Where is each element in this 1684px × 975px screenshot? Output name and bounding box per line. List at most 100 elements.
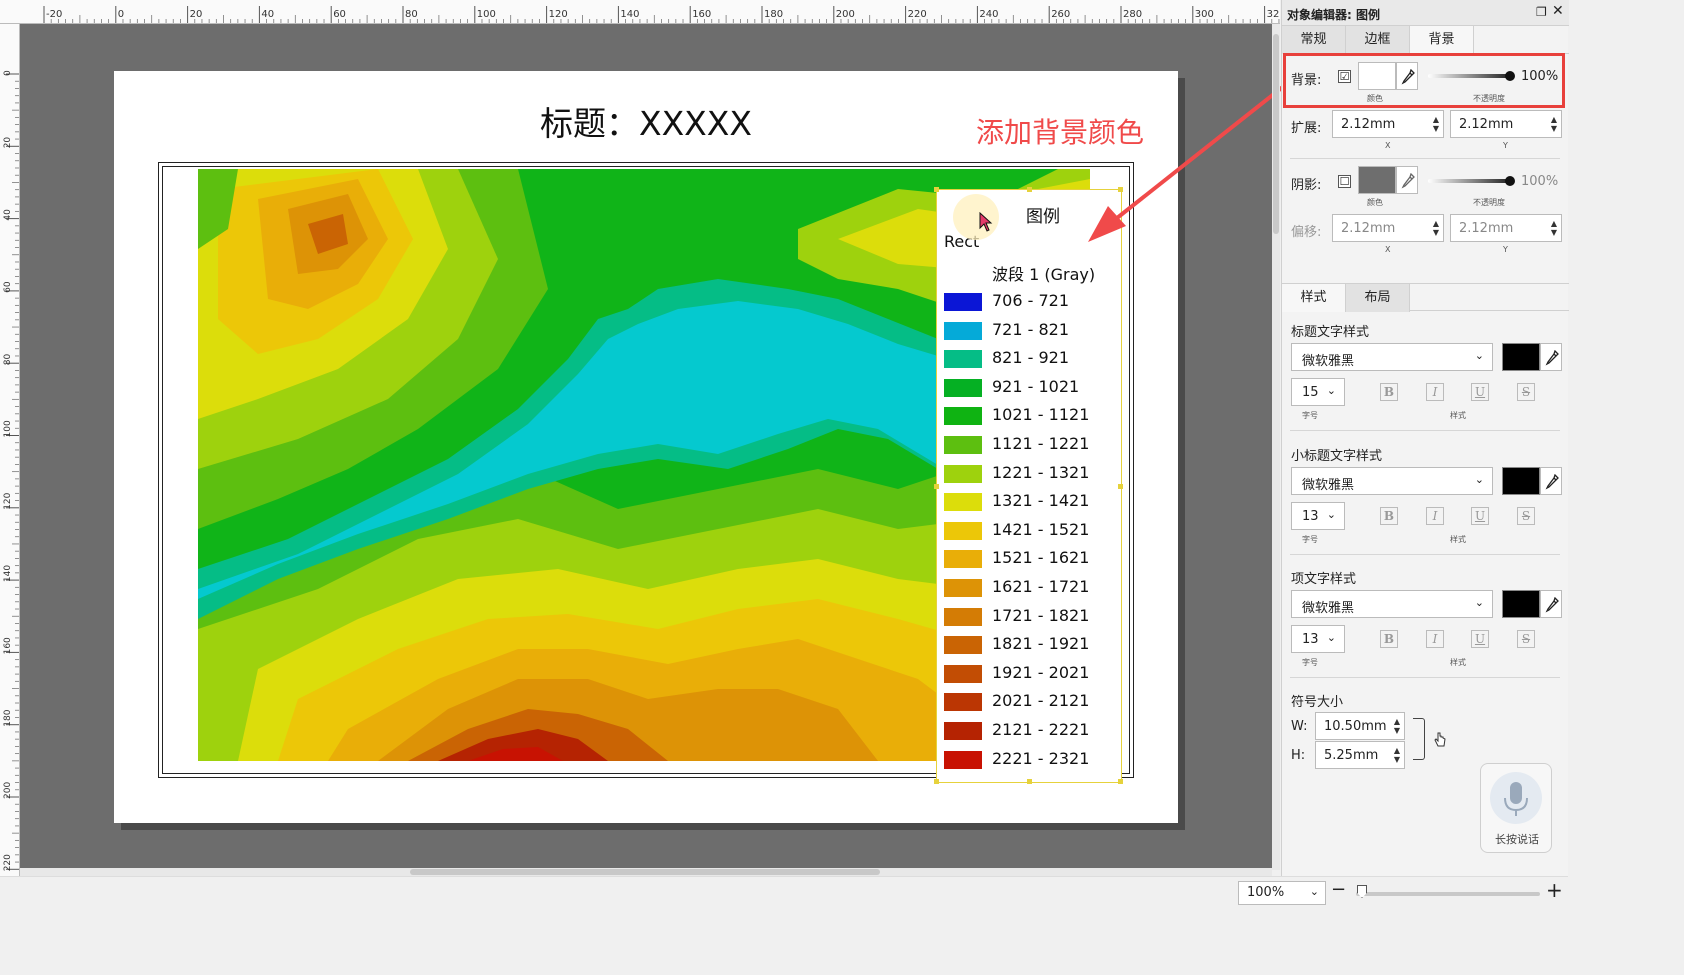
tab-layout[interactable]: 布局 (1346, 284, 1410, 312)
top-tabs: 常规 边框 背景 (1282, 26, 1569, 54)
spinner-arrows-icon[interactable]: ▲ ▼ (1433, 219, 1439, 237)
title-eyedropper[interactable] (1540, 343, 1562, 371)
ruler-left-ticks: 0 20 40 60 80 100 120 140 160 180 200 220 (3, 70, 19, 877)
tab-general[interactable]: 常规 (1282, 26, 1346, 54)
eyedropper-icon (1545, 474, 1559, 490)
expand-y-input[interactable]: 2.12mm ▲ ▼ (1450, 110, 1562, 138)
spinner-arrows-icon[interactable]: ▲ ▼ (1394, 746, 1400, 764)
title-font-select[interactable]: 微软雅黑 ⌄ (1291, 343, 1493, 371)
zoom-slider-handle[interactable] (1357, 885, 1367, 898)
symbol-size-heading: 符号大小 (1291, 695, 1344, 710)
zoom-slider[interactable] (1356, 892, 1540, 896)
shadow-opacity-value: 100% (1521, 174, 1559, 189)
zoom-in-button[interactable]: + (1546, 878, 1563, 902)
item-color-swatch[interactable] (1502, 590, 1540, 618)
ruler-tick-label: 180 (764, 9, 783, 20)
resize-handle[interactable] (1027, 187, 1032, 192)
strikethrough-button[interactable]: S (1517, 383, 1535, 401)
subtitle-color-swatch[interactable] (1502, 467, 1540, 495)
ruler-tick-label: 160 (3, 637, 13, 654)
subtitle-eyedropper[interactable] (1540, 467, 1562, 495)
symbol-width-input[interactable]: 10.50mm ▲ ▼ (1315, 712, 1405, 740)
item-eyedropper[interactable] (1540, 590, 1562, 618)
spinner-arrows-icon[interactable]: ▲ ▼ (1551, 219, 1557, 237)
underline-button[interactable]: U (1471, 507, 1489, 525)
legend-swatch (944, 636, 982, 655)
tab-background[interactable]: 背景 (1410, 26, 1474, 54)
ruler-top-ticks: -20 0 20 40 60 80 100 120 140 160 180 200 220 240 260 2… (43, 6, 1280, 23)
ruler-tick-label: 200 (3, 782, 13, 799)
shadow-opacity-slider[interactable] (1428, 179, 1510, 183)
zoom-out-button[interactable]: − (1331, 879, 1346, 900)
legend-swatch (944, 579, 982, 597)
bold-button[interactable]: B (1380, 383, 1398, 401)
expand-x-input[interactable]: 2.12mm ▲ ▼ (1332, 110, 1444, 138)
ruler-tick-label: 20 (3, 137, 13, 149)
restore-icon[interactable]: ❐ (1536, 5, 1547, 19)
subtitle-size-select[interactable]: 13 ⌄ (1291, 502, 1345, 530)
ruler-tick-label: 20 (190, 9, 203, 20)
chevron-down-icon: ⌄ (1326, 508, 1336, 521)
shadow-checkbox[interactable]: ☐ (1338, 175, 1351, 188)
bold-button[interactable]: B (1380, 507, 1398, 525)
annotation-text: 添加背景颜色 (976, 116, 1145, 149)
underline-button[interactable]: U (1471, 383, 1489, 401)
shadow-opacity-handle[interactable] (1505, 176, 1515, 186)
resize-handle[interactable] (934, 484, 939, 489)
vertical-scroll-thumb[interactable] (1273, 34, 1279, 234)
microphone-icon[interactable] (1490, 772, 1542, 824)
italic-button[interactable]: I (1426, 507, 1444, 525)
zoom-select[interactable]: 100% ⌄ (1238, 881, 1326, 905)
vertical-scrollbar[interactable] (1272, 24, 1280, 870)
italic-button[interactable]: I (1426, 383, 1444, 401)
item-style-caption: 样式 (1450, 658, 1466, 667)
bold-button[interactable]: B (1380, 630, 1398, 648)
legend-box[interactable]: 图例 Rect 波段 1 (Gray) 706 - 721 721 - 821 82… (934, 187, 1123, 784)
legend-swatch (944, 521, 982, 540)
offset-y-input[interactable]: 2.12mm ▲ ▼ (1450, 214, 1562, 242)
item-size-select[interactable]: 13 ⌄ (1291, 625, 1345, 653)
item-font-select[interactable]: 微软雅黑 ⌄ (1291, 590, 1493, 618)
resize-handle[interactable] (1027, 779, 1032, 784)
status-bar: 100% ⌄ − + (0, 876, 1568, 908)
item-size-caption: 字号 (1302, 658, 1318, 667)
subtitle-font-select[interactable]: 微软雅黑 ⌄ (1291, 467, 1493, 495)
horizontal-scroll-thumb[interactable] (410, 869, 880, 875)
spinner-arrows-icon[interactable]: ▲ ▼ (1394, 717, 1400, 735)
symbol-height-input[interactable]: 5.25mm ▲ ▼ (1315, 741, 1405, 769)
tab-border[interactable]: 边框 (1346, 26, 1410, 54)
offset-x-input[interactable]: 2.12mm ▲ ▼ (1332, 214, 1444, 242)
tab-style[interactable]: 样式 (1282, 284, 1346, 312)
underline-button[interactable]: U (1471, 630, 1489, 648)
chevron-down-icon: ⌄ (1474, 473, 1484, 486)
layout-canvas[interactable]: 标题：XXXXX 添加背景颜色 图例 Rect 波段 1 (Gray) 706 … (20, 24, 1272, 870)
italic-button[interactable]: I (1426, 630, 1444, 648)
panel-title: 对象编辑器: 图例 (1287, 8, 1380, 22)
strikethrough-button[interactable]: S (1517, 507, 1535, 525)
symbol-height-value: 5.25mm (1324, 748, 1379, 763)
resize-handle[interactable] (1118, 779, 1123, 784)
horizontal-scrollbar[interactable] (20, 868, 1272, 876)
close-icon[interactable]: ✕ (1552, 3, 1564, 19)
layout-page[interactable]: 标题：XXXXX 添加背景颜色 图例 Rect 波段 1 (Gray) 706 … (114, 71, 1178, 823)
expand-y-value: 2.12mm (1459, 117, 1514, 132)
hand-pointer-icon[interactable] (1433, 731, 1447, 749)
voice-input-widget[interactable]: 长按说话 (1480, 763, 1552, 853)
spinner-arrows-icon[interactable]: ▲ ▼ (1551, 115, 1557, 133)
shadow-color-caption: 颜色 (1367, 198, 1383, 207)
resize-handle[interactable] (934, 187, 939, 192)
symbol-width-label: W: (1291, 719, 1308, 734)
resize-handle[interactable] (1118, 187, 1123, 192)
title-size-select[interactable]: 15 ⌄ (1291, 378, 1345, 406)
mouse-cursor-icon (979, 212, 993, 232)
ruler-tick-label: -20 (46, 9, 62, 20)
resize-handle[interactable] (934, 779, 939, 784)
title-color-swatch[interactable] (1502, 343, 1540, 371)
subtitle-size-value: 13 (1302, 509, 1319, 524)
shadow-color-swatch[interactable] (1358, 166, 1396, 194)
shadow-eyedropper[interactable] (1396, 166, 1418, 194)
ruler-tick-label: 80 (3, 353, 13, 365)
spinner-arrows-icon[interactable]: ▲ ▼ (1433, 115, 1439, 133)
resize-handle[interactable] (1118, 484, 1123, 489)
strikethrough-button[interactable]: S (1517, 630, 1535, 648)
